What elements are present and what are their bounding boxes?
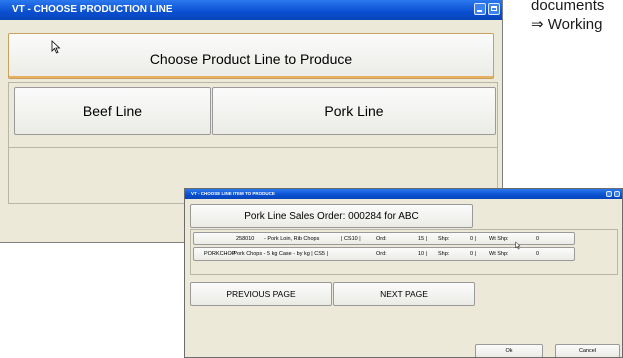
next-page-button[interactable]: NEXT PAGE (333, 282, 475, 306)
item-wt-value: 0 (536, 235, 540, 242)
item-ord-value: 10 | (418, 251, 428, 257)
item-shp-value: 0 | (470, 235, 477, 242)
window-title-small: VT - CHOOSE LINE ITEM TO PRODUCE (191, 191, 275, 196)
next-page-label: NEXT PAGE (380, 289, 428, 299)
window-title: VT - CHOOSE PRODUCTION LINE (12, 4, 173, 15)
title-bar-small: VT - CHOOSE LINE ITEM TO PRODUCE (185, 189, 622, 199)
close-icon[interactable] (614, 191, 620, 197)
item-shp-value: 0 | (470, 251, 477, 257)
item-wt-label: Wt Shp: (489, 251, 509, 257)
implies-arrow-icon: ⇒ (531, 16, 544, 33)
window-controls (474, 3, 500, 15)
item-wt-label: Wt Shp: (489, 235, 509, 242)
maximize-icon[interactable] (488, 3, 500, 15)
title-bar: VT - CHOOSE PRODUCTION LINE (0, 0, 502, 20)
beef-line-button[interactable]: Beef Line (14, 87, 211, 135)
previous-page-button[interactable]: PREVIOUS PAGE (190, 282, 332, 306)
sales-order-header-button[interactable]: Pork Line Sales Order: 000284 for ABC (190, 204, 473, 228)
pork-line-label: Pork Line (324, 103, 384, 119)
window-controls-small (606, 191, 620, 197)
beef-line-label: Beef Line (82, 103, 143, 119)
minimize-icon[interactable] (606, 191, 612, 197)
background-text-documents: documents (531, 0, 605, 14)
pork-line-button[interactable]: Pork Line (212, 87, 496, 135)
item-description: - Pork Chops - 5 kg Case - by kg | CS5 | (230, 251, 328, 257)
sales-order-header-label: Pork Line Sales Order: 000284 for ABC (244, 210, 419, 222)
background-text-working-label: Working (547, 16, 603, 33)
ok-label: Ok (505, 348, 513, 354)
item-description: - Pork Loin, Rib Chops (264, 235, 320, 242)
background-text-working: ⇒ Working (531, 15, 603, 33)
item-code: 258010 (236, 235, 255, 242)
choose-product-line-button[interactable]: Choose Product Line to Produce (8, 33, 494, 79)
item-shp-label: Shp: (438, 235, 450, 242)
item-ord-label: Ord: (376, 235, 387, 242)
item-wt-value: 0 (536, 251, 540, 257)
item-ord-label: Ord: (376, 251, 387, 257)
item-unit: | CS10 | (341, 235, 361, 242)
minimize-icon[interactable] (474, 3, 486, 15)
choose-product-line-label: Choose Product Line to Produce (149, 51, 353, 67)
choose-line-item-window: VT - CHOOSE LINE ITEM TO PRODUCE Pork Li… (184, 188, 623, 358)
ok-button[interactable]: Ok (475, 344, 543, 357)
item-ord-value: 15 | (418, 235, 428, 242)
cancel-button[interactable]: Cancel (555, 344, 620, 357)
item-shp-label: Shp: (438, 251, 450, 257)
cancel-label: Cancel (578, 348, 597, 354)
previous-page-label: PREVIOUS PAGE (226, 289, 296, 299)
